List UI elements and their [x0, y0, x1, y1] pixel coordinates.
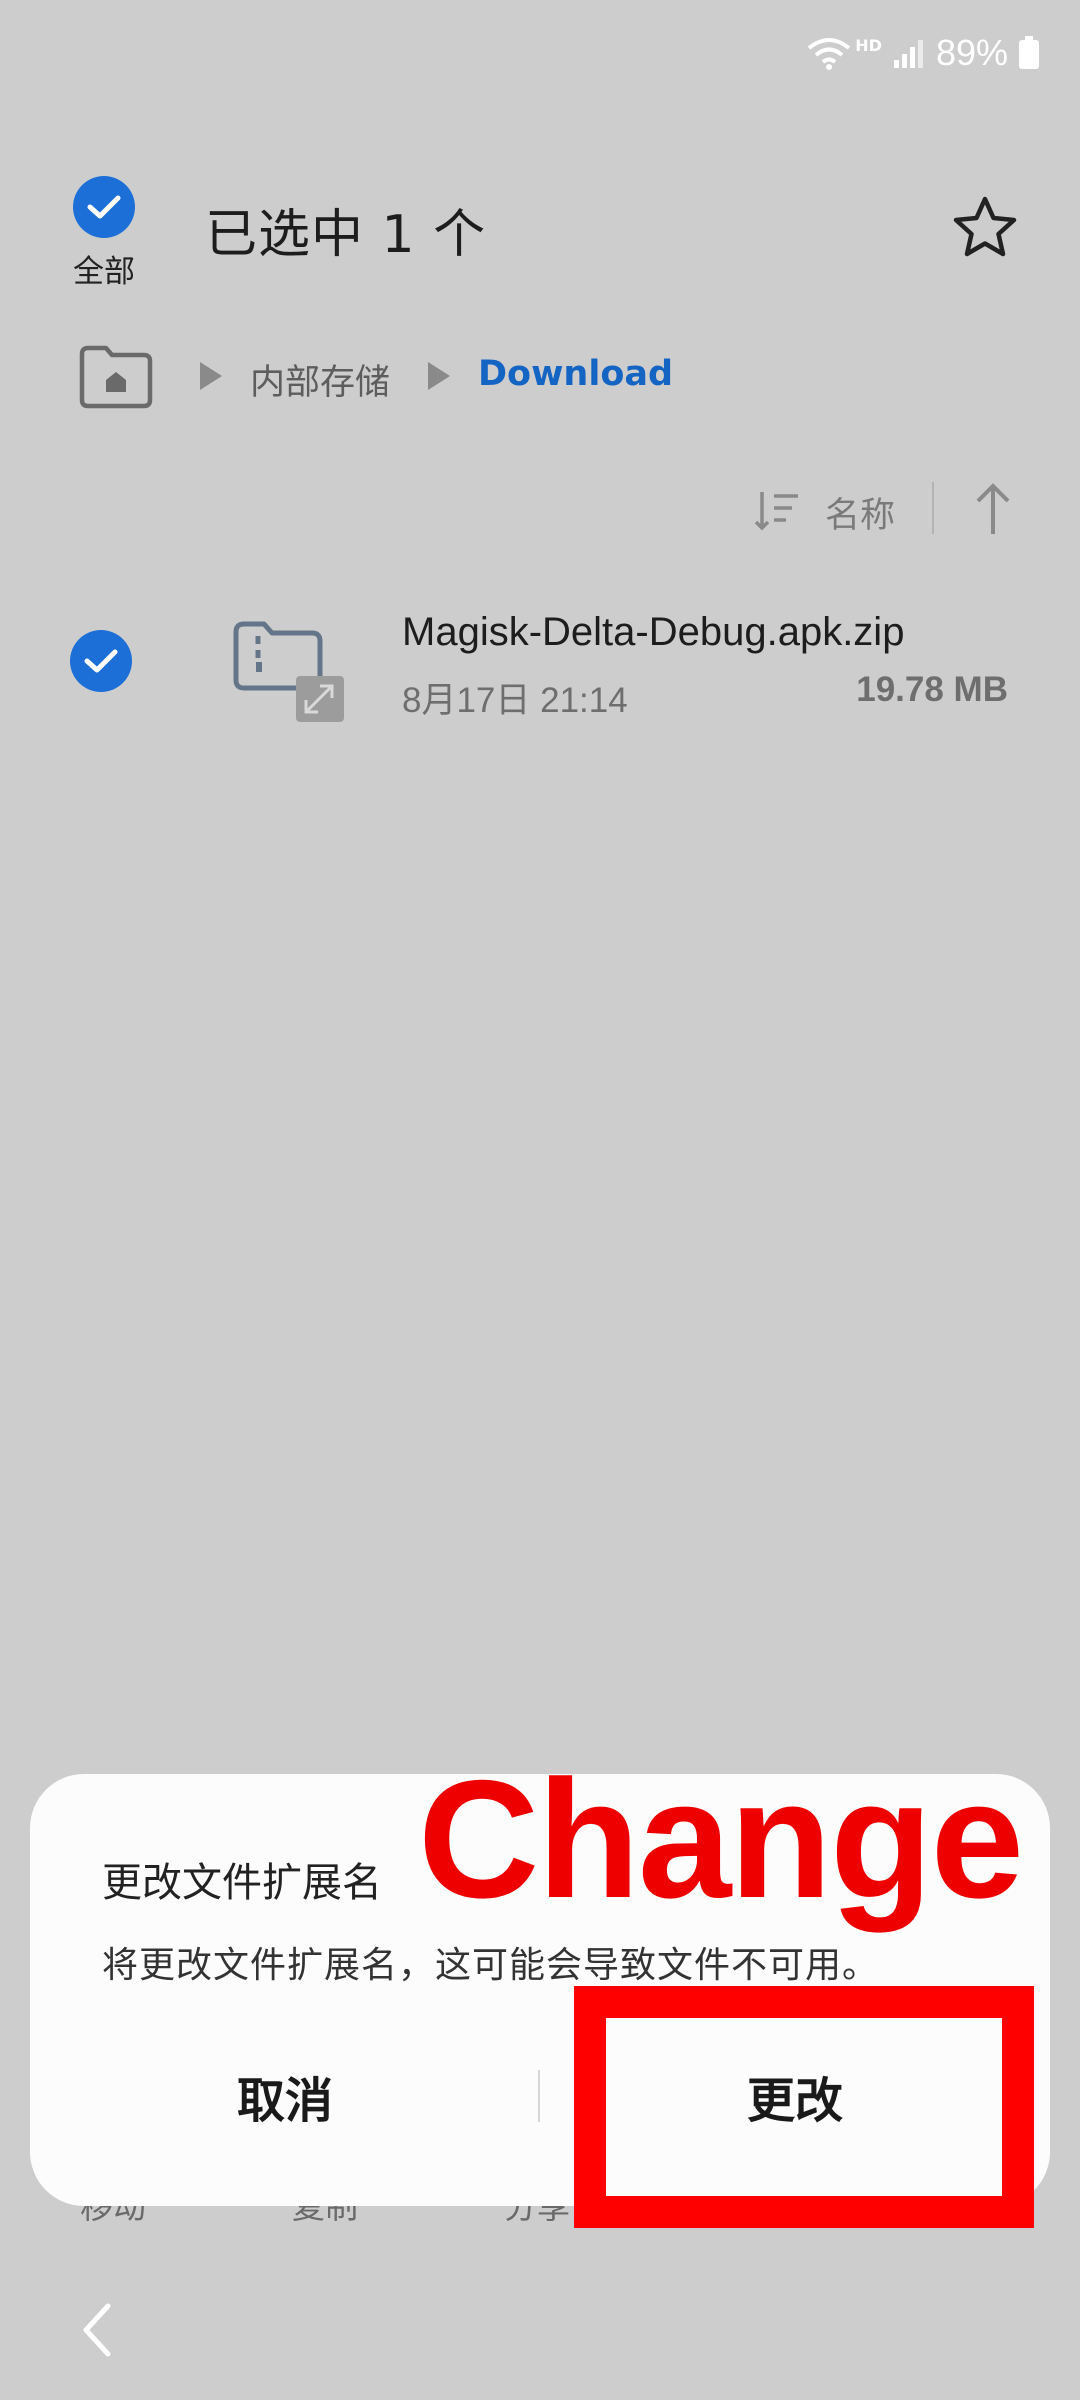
- arrow-up-icon[interactable]: [968, 482, 1018, 538]
- battery-percent: 89%: [935, 32, 1008, 73]
- dialog-message: 将更改文件扩展名，这可能会导致文件不可用。: [102, 1945, 880, 1986]
- annotation-highlight-box: [574, 1986, 1034, 2228]
- wifi-icon: [808, 38, 851, 70]
- home-folder-icon[interactable]: [76, 340, 156, 412]
- breadcrumb-separator-icon: [428, 362, 450, 390]
- file-checkbox[interactable]: [70, 630, 132, 692]
- file-name[interactable]: Magisk-Delta-Debug.apk.zip: [402, 610, 904, 655]
- page-title: 已选中 1 个: [205, 205, 487, 265]
- hd-label: HD: [855, 35, 882, 55]
- sort-by-name[interactable]: 名称: [825, 487, 895, 538]
- check-icon: [84, 649, 118, 673]
- breadcrumb-separator-icon: [200, 362, 222, 390]
- sort-order-icon[interactable]: [752, 486, 802, 536]
- status-bar: HD 89%: [807, 26, 1040, 80]
- select-all-label: 全部: [73, 254, 135, 290]
- annotation-label: Change: [418, 1745, 1024, 1933]
- check-icon: [73, 176, 135, 238]
- file-size: 19.78 MB: [856, 670, 1008, 709]
- dialog-title: 更改文件扩展名: [102, 1860, 382, 1906]
- select-all-checkbox[interactable]: 全部: [66, 176, 142, 291]
- cancel-button[interactable]: 取消: [30, 2036, 540, 2156]
- back-icon[interactable]: [78, 2300, 118, 2360]
- breadcrumb-download[interactable]: Download: [478, 354, 673, 394]
- file-date: 8月17日 21:14: [402, 681, 628, 720]
- breadcrumb-internal-storage[interactable]: 内部存储: [250, 354, 390, 405]
- battery-icon: [1019, 36, 1039, 69]
- sort-divider: [932, 482, 934, 534]
- star-icon[interactable]: [950, 193, 1020, 263]
- zip-file-icon: [233, 621, 344, 722]
- signal-icon: [893, 40, 923, 68]
